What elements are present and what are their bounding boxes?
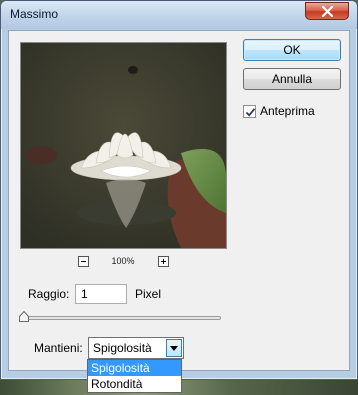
raggio-label: Raggio: (28, 287, 70, 301)
zoom-level: 100% (111, 256, 135, 266)
zoom-out-button[interactable] (78, 256, 89, 267)
mantieni-selected-value: Spigolosità (93, 341, 152, 355)
anteprima-checkbox[interactable] (243, 105, 256, 118)
minus-icon (81, 261, 86, 262)
window-title: Massimo (10, 7, 59, 21)
raggio-input[interactable]: 1 (75, 284, 127, 304)
ok-button[interactable]: OK (243, 39, 341, 61)
mantieni-select[interactable]: Spigolosità (88, 337, 184, 359)
filter-dialog: Massimo 100% OK Annulla Anteprima Raggio… (0, 0, 358, 380)
anteprima-label: Anteprima (260, 104, 315, 118)
dialog-body: 100% OK Annulla Anteprima Raggio: 1 Pixe… (8, 30, 350, 371)
mantieni-dropdown-list: Spigolosità Rotondità (87, 359, 182, 393)
slider-thumb[interactable] (19, 311, 29, 322)
raggio-slider-track[interactable] (22, 316, 221, 320)
checkmark-icon (245, 108, 256, 117)
preview-image[interactable] (20, 42, 227, 249)
close-button[interactable] (305, 2, 349, 20)
raggio-unit: Pixel (135, 287, 162, 301)
cancel-button[interactable]: Annulla (243, 68, 341, 90)
dropdown-option-rotondita[interactable]: Rotondità (88, 376, 181, 392)
plus-icon (161, 259, 166, 264)
chevron-down-icon (170, 346, 178, 351)
mantieni-label: Mantieni: (34, 341, 83, 355)
dropdown-arrow-button[interactable] (166, 339, 182, 357)
close-icon (321, 6, 334, 17)
dropdown-option-spigolosita[interactable]: Spigolosità (88, 360, 181, 376)
zoom-in-button[interactable] (158, 256, 169, 267)
title-bar[interactable]: Massimo (1, 1, 357, 29)
